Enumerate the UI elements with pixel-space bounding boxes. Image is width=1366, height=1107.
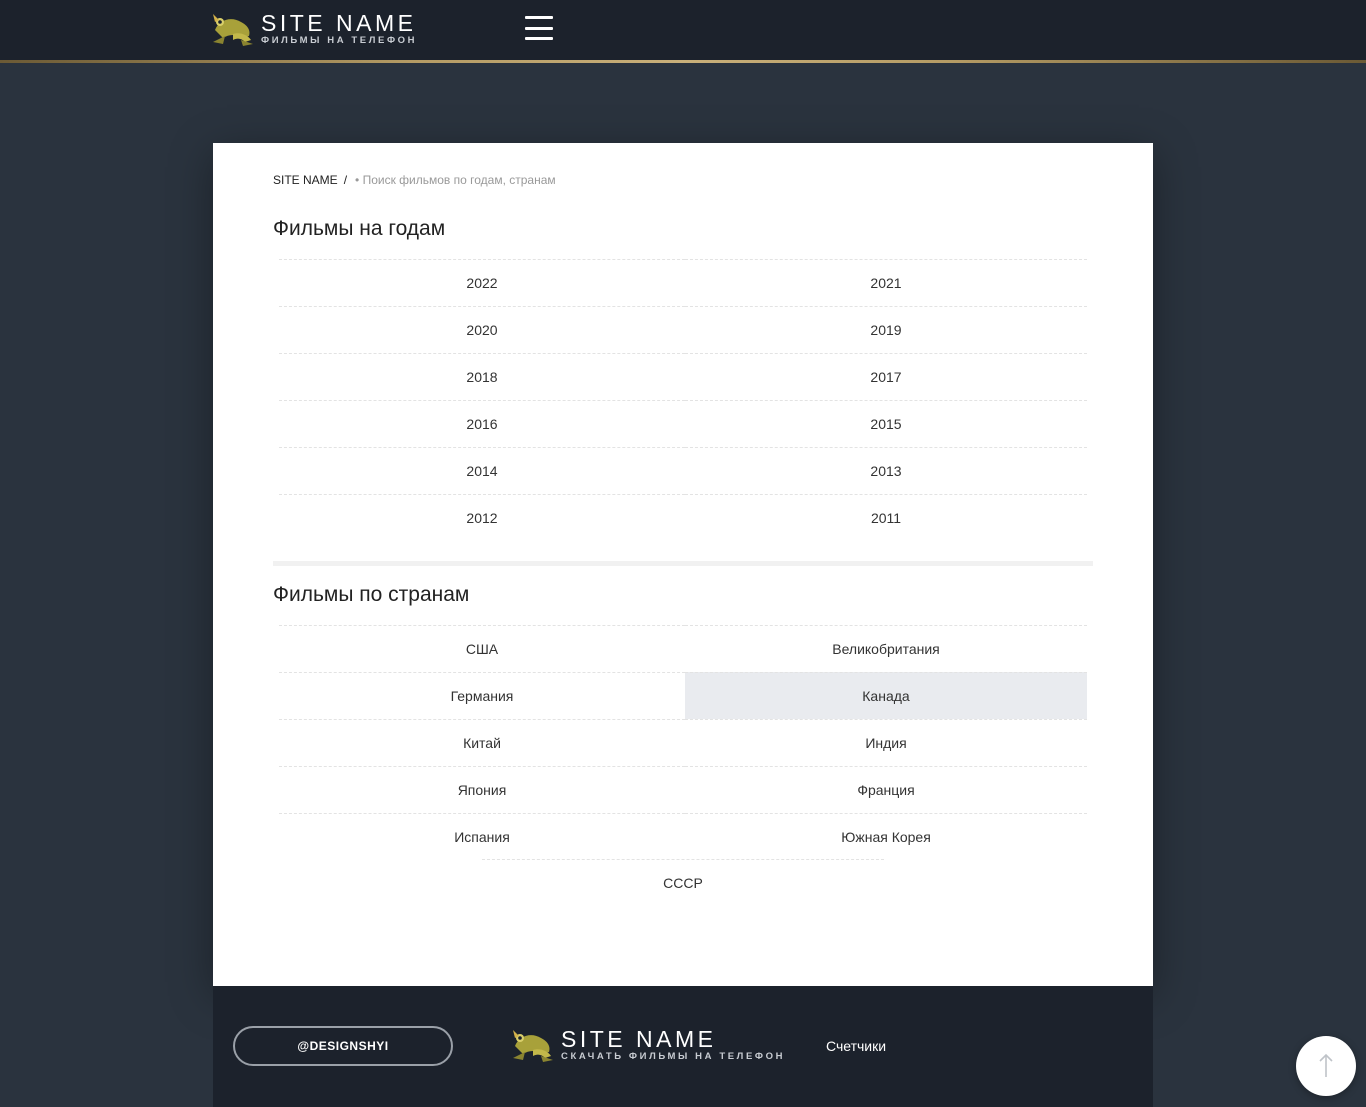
country-link[interactable]: Великобритания (685, 625, 1087, 672)
arrow-up-icon (1319, 1053, 1333, 1077)
years-grid: 2022 2021 2020 2019 2018 2017 2016 2015 2014 2013… (279, 259, 1087, 541)
country-link[interactable]: Япония (279, 766, 685, 813)
footer-tagline: СКАЧАТЬ ФИЛЬМЫ НА ТЕЛЕФОН (561, 1051, 786, 1062)
breadcrumb-home-link[interactable]: SITE NAME (273, 173, 338, 187)
year-link-2015[interactable]: 2015 (685, 400, 1087, 447)
scroll-to-top-button[interactable] (1296, 1036, 1356, 1096)
social-handle-button[interactable]: @DESIGNSHYI (233, 1026, 453, 1066)
footer-logo[interactable]: SITE NAME СКАЧАТЬ ФИЛЬМЫ НА ТЕЛЕФОН (511, 1024, 785, 1064)
site-logo[interactable]: SITE NAME ФИЛЬМЫ НА ТЕЛЕФОН (211, 8, 417, 48)
site-name: SITE NAME (261, 10, 417, 36)
breadcrumb-separator: / (343, 173, 348, 187)
year-link-2020[interactable]: 2020 (279, 306, 685, 353)
year-link-2019[interactable]: 2019 (685, 306, 1087, 353)
frog-logo-icon (213, 14, 253, 46)
countries-section-title: Фильмы по странам (273, 583, 470, 606)
country-link[interactable]: Франция (685, 766, 1087, 813)
country-link[interactable]: Китай (279, 719, 685, 766)
country-link[interactable]: Германия (279, 672, 685, 719)
year-link-2018[interactable]: 2018 (279, 353, 685, 400)
country-link-ussr[interactable]: СССР (482, 859, 884, 906)
footer-site-name: SITE NAME (561, 1026, 717, 1052)
year-link-2012[interactable]: 2012 (279, 494, 685, 541)
country-link[interactable]: Южная Корея (685, 813, 1087, 860)
top-header (0, 0, 1366, 60)
country-link[interactable]: Индия (685, 719, 1087, 766)
year-link-2014[interactable]: 2014 (279, 447, 685, 494)
frog-logo-icon (513, 1030, 553, 1062)
year-link-2013[interactable]: 2013 (685, 447, 1087, 494)
content-card: SITE NAME / • Поиск фильмов по годам, ст… (213, 143, 1153, 986)
year-link-2011[interactable]: 2011 (685, 494, 1087, 541)
counters-label: Счетчики (826, 1038, 887, 1054)
section-divider (273, 561, 1093, 566)
header-gold-divider (0, 60, 1366, 63)
breadcrumb: SITE NAME / • Поиск фильмов по годам, ст… (273, 173, 556, 187)
countries-grid: США Великобритания Германия Канада Китай Инди… (279, 625, 1087, 860)
year-link-2022[interactable]: 2022 (279, 259, 685, 306)
years-section-title: Фильмы на годам (273, 217, 446, 240)
breadcrumb-current: • Поиск фильмов по годам, странам (355, 173, 556, 187)
country-link[interactable]: Испания (279, 813, 685, 860)
country-link[interactable]: США (279, 625, 685, 672)
country-link[interactable]: Канада (685, 672, 1087, 719)
year-link-2016[interactable]: 2016 (279, 400, 685, 447)
year-link-2021[interactable]: 2021 (685, 259, 1087, 306)
hamburger-menu-icon[interactable] (525, 16, 553, 40)
site-tagline: ФИЛЬМЫ НА ТЕЛЕФОН (261, 35, 418, 46)
year-link-2017[interactable]: 2017 (685, 353, 1087, 400)
